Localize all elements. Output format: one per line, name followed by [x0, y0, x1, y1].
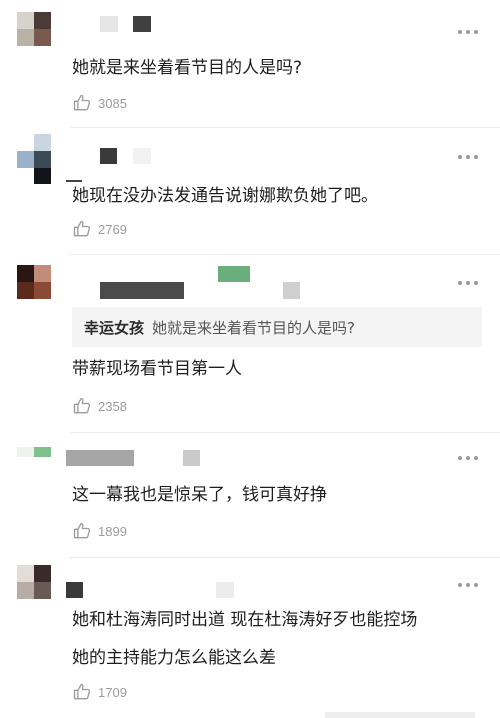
thumbs-up-icon: [73, 220, 91, 237]
more-options-icon[interactable]: [458, 154, 480, 160]
more-options-icon[interactable]: [458, 280, 480, 286]
like-count: 3085: [98, 95, 127, 111]
avatar[interactable]: [17, 12, 51, 46]
avatar-pixel: [34, 282, 51, 299]
like-button[interactable]: 1709: [72, 681, 127, 703]
avatar-pixel: [34, 265, 51, 282]
avatar-pixel: [34, 565, 51, 582]
avatar-pixel: [34, 12, 51, 29]
more-options-icon[interactable]: [458, 582, 480, 588]
avatar-pixel: [34, 582, 51, 599]
username-blur[interactable]: [216, 582, 234, 598]
quoted-reply[interactable]: 幸运女孩 她就是来坐着看节目的人是吗?: [72, 307, 482, 347]
avatar-pixel: [34, 151, 51, 168]
avatar[interactable]: [17, 265, 51, 299]
username-blur[interactable]: [100, 148, 117, 164]
avatar-pixel: [17, 12, 34, 29]
comment-text: 她和杜海涛同时出道 现在杜海涛好歹也能控场: [72, 610, 418, 630]
comment-item: 她现在没办法发通告说谢娜欺负她了吧。 2769: [0, 128, 500, 255]
comment-text: 她现在没办法发通告说谢娜欺负她了吧。: [72, 186, 378, 206]
like-count: 1899: [98, 523, 127, 539]
comment-item: 这一幕我也是惊呆了，钱可真好挣 1899: [0, 433, 500, 558]
username-blur[interactable]: [66, 582, 83, 598]
avatar-pixel: [17, 265, 34, 282]
avatar[interactable]: [17, 447, 51, 467]
avatar[interactable]: [17, 565, 51, 599]
more-options-icon[interactable]: [458, 29, 480, 35]
scroll-edge: [325, 712, 475, 718]
thumbs-up-icon: [73, 397, 91, 414]
username-blur[interactable]: [66, 450, 134, 466]
username-blur[interactable]: [283, 282, 300, 299]
username-blur[interactable]: [183, 450, 200, 466]
like-button[interactable]: 3085: [72, 92, 127, 114]
avatar-pixel: [17, 282, 34, 299]
more-options-icon[interactable]: [458, 455, 480, 461]
comment-item: 幸运女孩 她就是来坐着看节目的人是吗? 带薪现场看节目第一人 2358: [0, 255, 500, 433]
comment-text: 她的主持能力怎么能这么差: [72, 648, 276, 668]
like-count: 2358: [98, 398, 127, 414]
quoted-text: 她就是来坐着看节目的人是吗?: [152, 318, 355, 337]
avatar-pixel: [34, 447, 51, 457]
comment-item: 她和杜海涛同时出道 现在杜海涛好歹也能控场 她的主持能力怎么能这么差 1709: [0, 558, 500, 718]
thumbs-up-icon: [73, 522, 91, 539]
avatar-pixel: [17, 151, 34, 168]
comment-text: 这一幕我也是惊呆了，钱可真好挣: [72, 485, 327, 505]
comment-item: 她就是来坐着看节目的人是吗? 3085: [0, 0, 500, 128]
avatar-pixel: [17, 29, 34, 46]
thumbs-up-icon: [73, 94, 91, 111]
username-blur[interactable]: [133, 148, 151, 164]
thumbs-up-icon: [73, 683, 91, 700]
avatar-pixel: [34, 168, 51, 184]
comment-text: 她就是来坐着看节目的人是吗?: [72, 58, 303, 78]
avatar-pixel: [17, 447, 34, 457]
comment-text: 带薪现场看节目第一人: [72, 359, 242, 379]
avatar[interactable]: [17, 134, 51, 184]
like-count: 2769: [98, 221, 127, 237]
username-blur[interactable]: [218, 266, 250, 282]
avatar-pixel: [34, 29, 51, 46]
username-blur[interactable]: [100, 16, 118, 32]
quoted-username[interactable]: 幸运女孩: [84, 317, 144, 338]
like-button[interactable]: 2769: [72, 218, 127, 240]
like-button[interactable]: 2358: [72, 395, 127, 417]
like-count: 1709: [98, 684, 127, 700]
username-blur[interactable]: [100, 282, 184, 299]
username-blur[interactable]: [133, 16, 151, 32]
like-button[interactable]: 1899: [72, 520, 127, 542]
avatar-pixel: [34, 134, 51, 151]
avatar-pixel: [17, 565, 34, 582]
avatar-pixel: [17, 582, 34, 599]
